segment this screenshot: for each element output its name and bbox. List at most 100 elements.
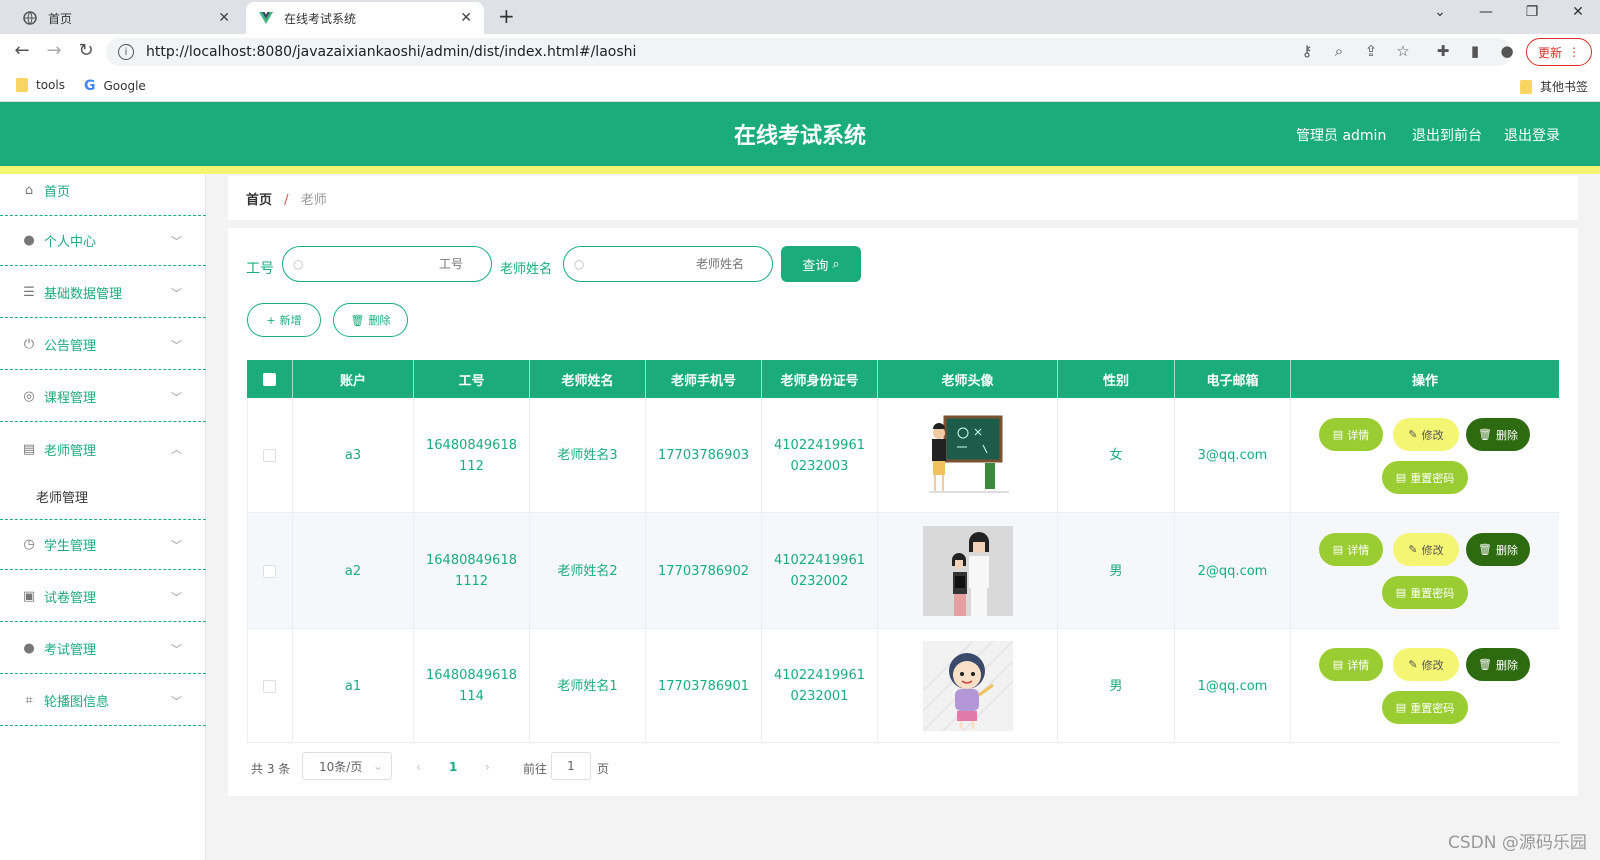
side-panel-icon[interactable]: ▮ [1464, 42, 1486, 60]
teacher-blackboard-image[interactable] [922, 410, 1013, 501]
sidebar-item-basic-data[interactable]: ☰ 基础数据管理 ﹀ [0, 268, 206, 318]
reset-password-button[interactable]: ▤ 重置密码 [1382, 576, 1468, 609]
power-icon: ⏻ [23, 337, 35, 352]
new-tab-button[interactable]: + [498, 4, 515, 28]
compass-icon: ◷ [23, 537, 35, 552]
row-checkbox[interactable] [263, 679, 276, 693]
document-icon: ▤ [1332, 428, 1344, 441]
forward-button[interactable]: → [42, 40, 66, 61]
close-window-button[interactable]: ✕ [1558, 4, 1598, 20]
column-header-teacher-name[interactable]: 老师姓名 [530, 360, 646, 398]
sidebar-item-course[interactable]: ◎ 课程管理 ﹀ [0, 372, 206, 422]
teacher-name-input[interactable] [584, 257, 762, 271]
star-icon[interactable]: ☆ [1392, 42, 1414, 60]
detail-button[interactable]: ▤ 详情 [1319, 648, 1383, 681]
close-tab-icon[interactable]: ✕ [218, 10, 230, 26]
update-button[interactable]: 更新 ⋮ [1526, 38, 1592, 66]
cell-teacher-name: 老师姓名3 [530, 398, 646, 513]
column-header-gonghao[interactable]: 工号 [414, 360, 530, 398]
breadcrumb-home[interactable]: 首页 [246, 193, 272, 208]
query-button[interactable]: 查询 ⌕ [781, 246, 861, 282]
column-header-gender[interactable]: 性别 [1058, 360, 1175, 398]
logout-link[interactable]: 退出登录 [1504, 125, 1560, 145]
row-checkbox-cell [247, 629, 293, 743]
plus-icon: + [266, 313, 276, 327]
trash-icon: 🗑 [1478, 428, 1492, 441]
list-icon: ▤ [22, 441, 36, 457]
cartoon-teacher-image[interactable] [922, 641, 1013, 731]
sidebar-item-personal-center[interactable]: ● 个人中心 ﹀ [0, 216, 206, 266]
sidebar-subitem-teacher-manage[interactable]: 老师管理 [0, 474, 206, 520]
delete-button[interactable]: 🗑 删除 [1466, 533, 1530, 566]
page-number-current[interactable]: 1 [449, 760, 457, 774]
gonghao-search-box[interactable]: ○ [282, 246, 492, 282]
sidebar-item-carousel[interactable]: ⌗ 轮播图信息 ﹀ [0, 676, 206, 726]
edit-button[interactable]: ✎ 修改 [1393, 418, 1459, 451]
back-button[interactable]: ← [10, 40, 34, 61]
bookmark-tools[interactable]: tools [16, 78, 65, 92]
sidebar-item-exam[interactable]: ● 考试管理 ﹀ [0, 624, 206, 674]
goto-page-input[interactable]: 1 [551, 752, 591, 780]
sidebar-item-student[interactable]: ◷ 学生管理 ﹀ [0, 520, 206, 570]
next-page-button[interactable]: › [485, 760, 490, 774]
browser-tab-home[interactable]: 首页 ✕ [10, 2, 242, 34]
edit-button[interactable]: ✎ 修改 [1393, 648, 1459, 681]
back-to-frontend-link[interactable]: 退出到前台 [1412, 125, 1482, 145]
reset-password-button[interactable]: ▤ 重置密码 [1382, 461, 1468, 494]
batch-delete-button[interactable]: 🗑 删除 [333, 303, 408, 337]
delete-button[interactable]: 🗑 删除 [1466, 648, 1530, 681]
reload-button[interactable]: ↻ [74, 40, 98, 61]
reset-password-button[interactable]: ▤ 重置密码 [1382, 691, 1468, 724]
row-checkbox[interactable] [263, 564, 276, 578]
sidebar-item-home[interactable]: ⌂ 首页 [0, 166, 206, 216]
cell-gonghao: 16480849618112 [414, 398, 530, 513]
clipboard-icon: ▣ [22, 589, 36, 604]
column-header-account[interactable]: 账户 [293, 360, 414, 398]
detail-button[interactable]: ▤ 详情 [1319, 533, 1383, 566]
page-unit-label: 页 [597, 762, 610, 776]
column-header-email[interactable]: 电子邮箱 [1175, 360, 1291, 398]
cell-account: a2 [293, 513, 414, 629]
browser-tab-label: 首页 [48, 11, 73, 26]
zoom-icon[interactable]: ⌕ [1328, 42, 1350, 60]
sidebar-item-teacher[interactable]: ▤ 老师管理 ︿ [0, 424, 206, 474]
cell-email: 2@qq.com [1175, 513, 1291, 629]
minimize-button[interactable]: — [1466, 4, 1506, 20]
page-size-select[interactable]: 10条/页 ⌄ [302, 752, 392, 780]
chevron-down-icon: ﹀ [171, 694, 182, 708]
extensions-icon[interactable]: ✚ [1432, 42, 1454, 60]
admin-user-link[interactable]: 管理员 admin [1296, 125, 1386, 145]
gonghao-input[interactable] [303, 257, 481, 271]
trash-icon: 🗑 [1478, 543, 1492, 556]
sidebar-item-paper[interactable]: ▣ 试卷管理 ﹀ [0, 572, 206, 622]
column-header-phone[interactable]: 老师手机号 [646, 360, 762, 398]
row-checkbox[interactable] [263, 449, 276, 462]
tab-search-chevron-icon[interactable]: ⌄ [1420, 4, 1460, 20]
select-all-checkbox[interactable] [263, 372, 276, 386]
site-info-icon[interactable]: i [118, 44, 134, 60]
add-button[interactable]: + 新增 [247, 303, 321, 337]
delete-button[interactable]: 🗑 删除 [1466, 418, 1530, 451]
teacher-name-search-box[interactable]: ○ [563, 246, 773, 282]
column-header-idcard[interactable]: 老师身份证号 [762, 360, 878, 398]
prev-page-button[interactable]: ‹ [416, 760, 421, 774]
cell-teacher-name: 老师姓名1 [530, 629, 646, 743]
bookmark-google[interactable]: G Google [84, 78, 146, 94]
key-icon[interactable]: ⚷ [1296, 42, 1318, 60]
teacher-student-photo[interactable] [922, 526, 1013, 616]
profile-avatar-icon[interactable]: ● [1496, 42, 1518, 60]
target-icon: ◎ [23, 389, 35, 404]
bookmark-other[interactable]: 其他书签 [1520, 78, 1588, 95]
cell-gonghao: 164808496181112 [414, 513, 530, 629]
close-tab-icon[interactable]: ✕ [460, 10, 472, 26]
detail-button[interactable]: ▤ 详情 [1319, 418, 1383, 451]
edit-button[interactable]: ✎ 修改 [1393, 533, 1459, 566]
share-icon[interactable]: ⇪ [1360, 42, 1382, 60]
column-header-avatar[interactable]: 老师头像 [878, 360, 1058, 398]
user-icon: ● [23, 233, 35, 248]
pencil-icon: ✎ [1408, 658, 1418, 671]
search-icon: ○ [293, 257, 304, 271]
browser-tab-active[interactable]: 在线考试系统 ✕ [246, 2, 484, 34]
restore-button[interactable]: ❐ [1512, 4, 1552, 20]
sidebar-item-notice[interactable]: ⏻ 公告管理 ﹀ [0, 320, 206, 370]
